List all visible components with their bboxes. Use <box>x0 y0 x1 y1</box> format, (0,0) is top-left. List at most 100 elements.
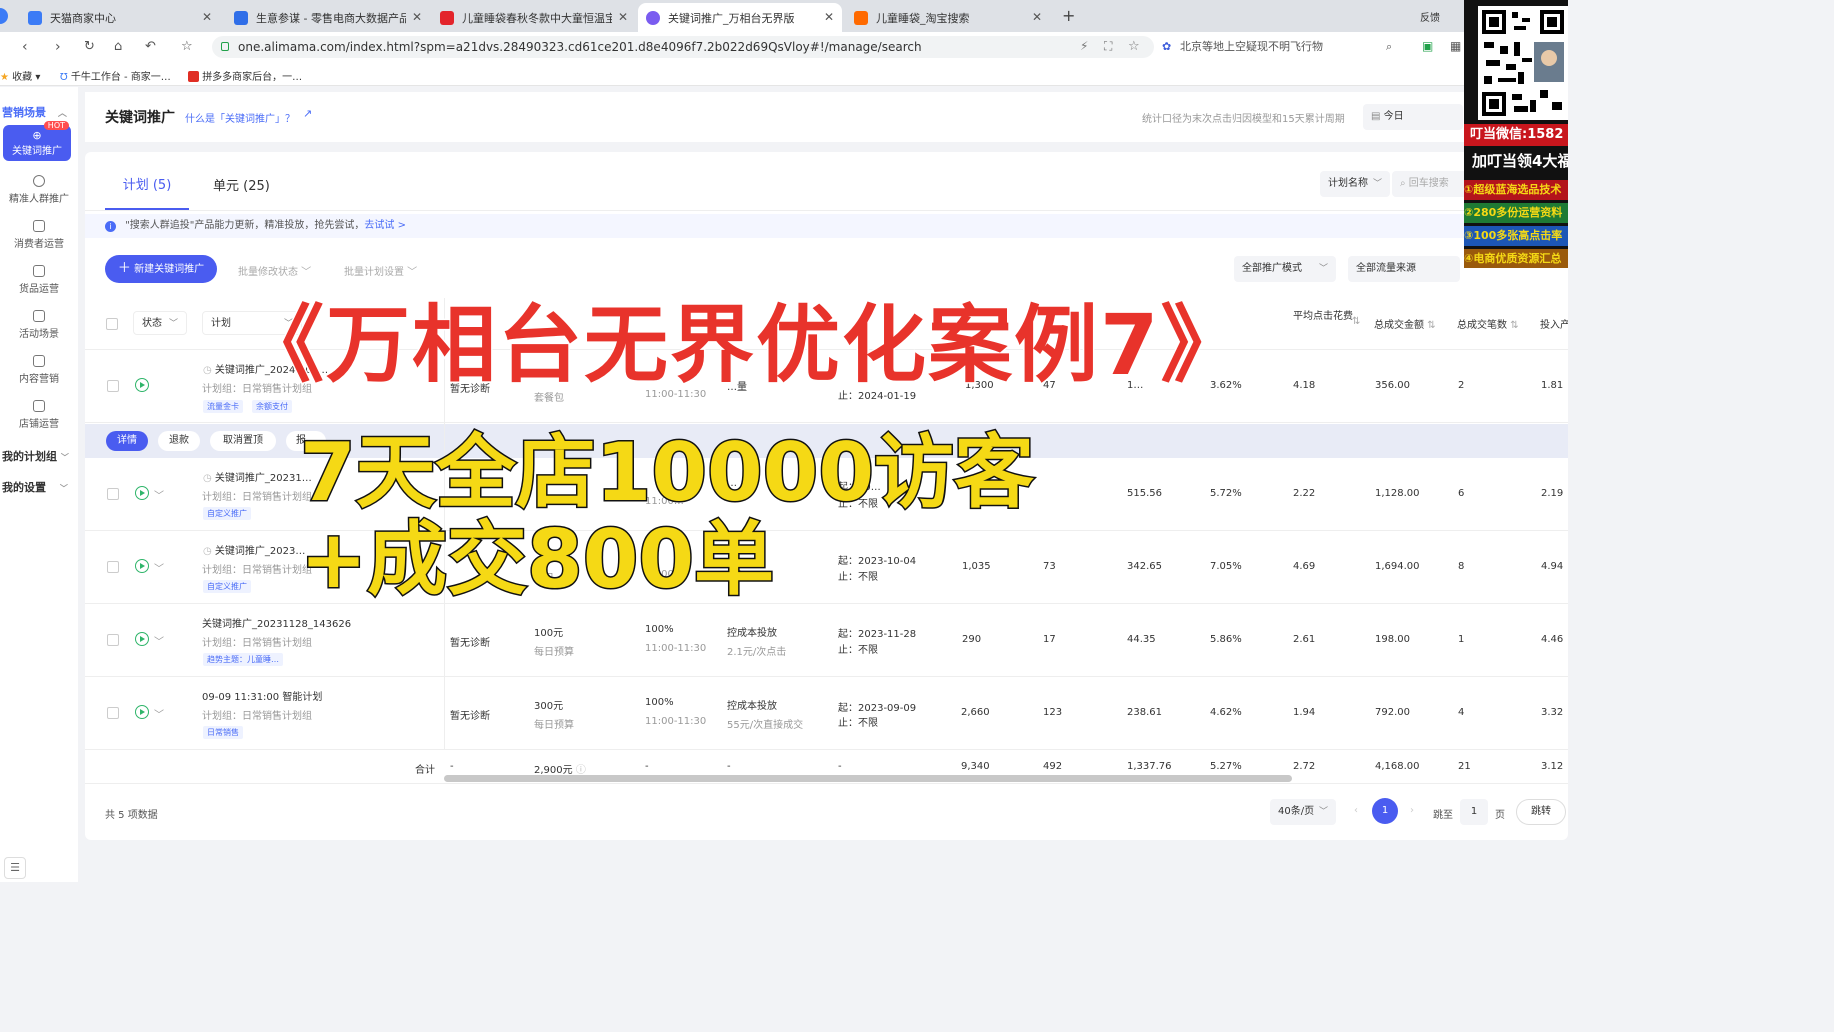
play-status-icon[interactable] <box>135 486 149 500</box>
page-size-select[interactable]: 40条/页 ﹀ <box>1270 799 1336 825</box>
address-bar: ‹ › ↻ ⌂ ↶ ☆ one.alimama.com/index.html?s… <box>0 32 1568 62</box>
tab-label: 儿童睡袋春秋冬款中大童恒温宝 <box>462 11 612 25</box>
col-roi[interactable]: 投入产 <box>1540 316 1568 331</box>
batch-status-button[interactable]: 批量修改状态 ﹀ <box>238 263 311 278</box>
search-icon[interactable]: ⌕ <box>1386 36 1392 58</box>
plan-name[interactable]: ◷ 关键词推广_2023… <box>203 542 305 557</box>
browser-tab[interactable]: 儿童睡袋_淘宝搜索 ✕ <box>846 3 1050 32</box>
tab-label: 天猫商家中心 <box>50 11 116 25</box>
row-checkbox[interactable] <box>107 561 119 573</box>
sidebar-item-audience[interactable]: 精准人群推广 <box>0 175 78 205</box>
close-icon[interactable]: ✕ <box>618 10 628 24</box>
chevron-down-icon[interactable]: ﹀ <box>154 487 164 502</box>
status-filter[interactable]: 状态 ﹀ <box>133 311 187 335</box>
external-link-icon[interactable]: ↗ <box>303 107 312 120</box>
sidebar-group-plans[interactable]: 我的计划组 ﹀ <box>2 448 69 464</box>
sidebar-item-keyword-promo[interactable]: ⊕ 关键词推广 HOT <box>3 121 71 161</box>
col-gmv[interactable]: 总成交金额 ⇅ <box>1374 316 1436 331</box>
date-picker[interactable]: ▤ 今日 <box>1363 104 1463 130</box>
row-checkbox[interactable] <box>107 707 119 719</box>
row-checkbox[interactable] <box>107 380 119 392</box>
sidebar-item-consumer[interactable]: 消费者运营 <box>0 220 78 250</box>
plan-name[interactable]: ◷ 关键词推广_20231… <box>203 469 312 484</box>
undo-icon[interactable]: ↶ <box>145 39 156 54</box>
unpin-button[interactable]: 取消置顶 <box>210 431 276 451</box>
tab-unit[interactable]: 单元 (25) <box>213 175 270 194</box>
close-icon[interactable]: ✕ <box>202 10 212 24</box>
select-all-checkbox[interactable] <box>106 318 118 330</box>
play-status-icon[interactable] <box>135 378 149 392</box>
sort-icon: ⇅ <box>1427 320 1436 331</box>
store-icon <box>33 400 45 412</box>
help-link[interactable]: 什么是「关键词推广」？ <box>185 110 295 125</box>
feedback-link[interactable]: 反馈 <box>1420 9 1440 24</box>
refresh-icon[interactable]: ↻ <box>84 39 95 54</box>
home-icon[interactable]: ⌂ <box>114 39 122 54</box>
play-status-icon[interactable] <box>135 632 149 646</box>
browser-tab[interactable]: 生意参谋 - 零售电商大数据产品 ✕ <box>226 3 430 32</box>
ctr: 5.86% <box>1210 634 1242 645</box>
lightning-icon[interactable]: ⚡ <box>1080 39 1088 53</box>
batch-plan-button[interactable]: 批量计划设置 ﹀ <box>344 263 417 278</box>
search-input[interactable]: ⌕ 回车搜索 <box>1392 171 1468 197</box>
browser-tab[interactable]: 天猫商家中心 ✕ <box>20 3 220 32</box>
sidebar-item-content[interactable]: 内容营销 <box>0 355 78 385</box>
info-icon: i <box>105 221 116 232</box>
sidebar-item-activity[interactable]: 活动场景 <box>0 310 78 340</box>
page-1-button[interactable]: 1 <box>1372 798 1398 824</box>
browser-tab-active[interactable]: 关键词推广_万相台无界版 ✕ <box>638 3 842 32</box>
new-keyword-promo-button[interactable]: ＋ 新建关键词推广 <box>105 255 217 283</box>
grid-icon[interactable]: ▦ <box>1450 39 1461 53</box>
extension-icon[interactable]: ▣ <box>1422 39 1433 53</box>
close-icon[interactable]: ✕ <box>824 10 834 24</box>
close-icon[interactable]: ✕ <box>412 10 422 24</box>
refund-button[interactable]: 退款 <box>158 431 200 451</box>
chevron-down-icon[interactable]: ﹀ <box>154 560 164 575</box>
col-avg-cpc[interactable]: 平均点击花费 <box>1293 311 1353 323</box>
bookmark-pdd[interactable]: 拼多多商家后台，一… <box>188 68 302 83</box>
row-checkbox[interactable] <box>107 488 119 500</box>
bookmark-qianniu[interactable]: Ʊ 千牛工作台 - 商家一… <box>60 68 171 83</box>
sort-icon[interactable]: ⇅ <box>1352 316 1360 327</box>
plan-name[interactable]: 09-09 11:31:00 智能计划 <box>202 688 322 703</box>
consumer-icon <box>33 220 45 232</box>
plan-name[interactable]: 关键词推广_20231128_143626 <box>202 615 351 630</box>
forward-icon[interactable]: › <box>55 39 61 55</box>
prev-page-icon[interactable]: ‹ <box>1354 805 1358 816</box>
star-icon[interactable]: ☆ <box>1128 39 1140 54</box>
chevron-down-icon[interactable]: ﹀ <box>154 633 164 648</box>
new-tab-button[interactable]: + <box>1062 6 1075 25</box>
sidebar-group-settings[interactable]: 我的设置 ﹀ <box>2 479 68 495</box>
sidebar-item-store[interactable]: 店铺运营 <box>0 400 78 430</box>
screenshot-icon[interactable]: ⛶ <box>1104 39 1112 54</box>
detail-button[interactable]: 详情 <box>106 431 148 451</box>
play-status-icon[interactable] <box>135 705 149 719</box>
tab-plan[interactable]: 计划 (5) <box>105 174 189 210</box>
chevron-down-icon[interactable]: ﹀ <box>154 706 164 721</box>
url-input[interactable]: one.alimama.com/index.html?spm=a21dvs.28… <box>212 36 1154 58</box>
notice-link[interactable]: 去试试 > <box>364 220 406 231</box>
browser-search-box[interactable]: ✿ 北京等地上空疑现不明飞行物 ⌕ <box>1160 36 1410 58</box>
promo-mode-select[interactable]: 全部推广模式 ﹀ <box>1234 256 1336 282</box>
jump-button[interactable]: 跳转 <box>1516 799 1566 825</box>
chevron-down-icon: ﹀ <box>1318 264 1328 274</box>
plan-name-select[interactable]: 计划名称 ﹀ <box>1320 171 1390 197</box>
sidebar-section-title[interactable]: 营销场景 ︿ <box>2 104 67 120</box>
plan-tag: 日常销售 <box>203 726 243 739</box>
row-checkbox[interactable] <box>107 634 119 646</box>
traffic-source-select[interactable]: 全部流量来源 <box>1348 256 1460 282</box>
sidebar-item-goods[interactable]: 货品运营 <box>0 265 78 295</box>
back-icon[interactable]: ‹ <box>22 39 28 55</box>
next-page-icon[interactable]: › <box>1410 805 1414 816</box>
horizontal-scrollbar[interactable] <box>444 775 1292 782</box>
promo-item: ④电商优质资源汇总 <box>1464 249 1568 268</box>
bookmark-star-icon[interactable]: ☆ <box>181 39 193 54</box>
bookmark-favorites[interactable]: ★ 收藏 ▾ <box>0 68 40 83</box>
close-icon[interactable]: ✕ <box>1032 10 1042 24</box>
total-rate: - <box>645 761 649 772</box>
browser-tab[interactable]: 儿童睡袋春秋冬款中大童恒温宝 ✕ <box>432 3 636 32</box>
page-input[interactable]: 1 <box>1460 799 1488 825</box>
collapse-menu-icon[interactable]: ☰ <box>4 857 26 879</box>
col-orders[interactable]: 总成交笔数 ⇅ <box>1457 316 1519 331</box>
play-status-icon[interactable] <box>135 559 149 573</box>
